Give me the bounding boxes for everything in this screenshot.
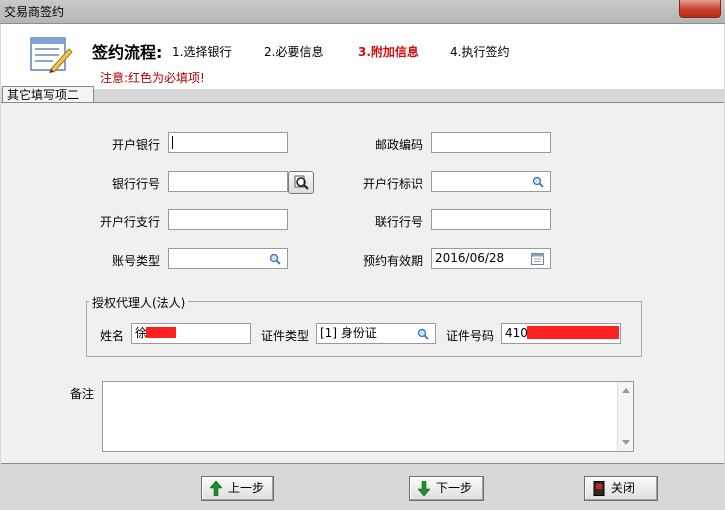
open-bank-label: 开户银行	[111, 138, 160, 152]
bank-code-input[interactable]	[168, 171, 288, 192]
valid-date-picker[interactable]: 2016/06/28	[431, 248, 551, 269]
postcode-label: 邮政编码	[374, 138, 423, 152]
account-type-label: 账号类型	[111, 254, 160, 268]
bank-flag-select[interactable]	[431, 171, 551, 192]
required-note: 注意:红色为必填项!	[100, 71, 205, 85]
scroll-up-arrow-icon[interactable]	[622, 388, 630, 393]
next-button[interactable]: 下一步	[409, 476, 484, 501]
calendar-icon[interactable]	[531, 252, 544, 265]
scroll-down-arrow-icon[interactable]	[622, 440, 630, 445]
memo-label: 备注	[69, 387, 94, 401]
arrow-up-icon	[210, 481, 222, 496]
id-type-select[interactable]: [1] 身份证	[316, 323, 436, 344]
wizard-header: 签约流程: 1.选择银行 2.必要信息 3.附加信息 4.执行签约 注意:红色为…	[1, 24, 724, 89]
search-icon[interactable]	[417, 328, 429, 340]
valid-date-value: 2016/06/28	[435, 251, 505, 265]
union-code-input[interactable]	[431, 209, 551, 230]
agent-group-legend: 授权代理人(法人)	[89, 294, 189, 311]
lookup-magnifier-icon	[294, 175, 309, 190]
bank-code-lookup-button[interactable]	[288, 171, 314, 194]
step-2-label: 2.必要信息	[264, 45, 324, 59]
prev-button[interactable]: 上一步	[201, 476, 274, 501]
text-caret	[172, 136, 173, 149]
id-type-label: 证件类型	[260, 329, 309, 343]
bank-code-label: 银行行号	[111, 177, 160, 191]
redaction-mark	[146, 327, 176, 338]
open-bank-input[interactable]	[168, 132, 288, 153]
step-1-label: 1.选择银行	[172, 45, 232, 59]
redaction-mark	[527, 326, 619, 339]
memo-scrollbar[interactable]	[617, 382, 633, 451]
bank-flag-label: 开户行标识	[362, 177, 423, 191]
prev-button-label: 上一步	[228, 481, 265, 495]
close-button[interactable]: 关闭	[584, 476, 658, 501]
account-type-select[interactable]	[168, 248, 288, 269]
id-number-label: 证件号码	[445, 329, 494, 343]
memo-textarea[interactable]	[102, 381, 634, 452]
search-icon[interactable]	[532, 176, 544, 188]
valid-date-label: 预约有效期	[362, 254, 423, 268]
form-pencil-icon	[30, 37, 73, 73]
flow-title: 签约流程:	[92, 43, 163, 62]
tab-other-fields-2[interactable]: 其它填写项二	[2, 86, 94, 103]
branch-label: 开户行支行	[99, 215, 160, 229]
window-title: 交易商签约	[4, 5, 65, 19]
postcode-input[interactable]	[431, 132, 551, 153]
title-bar: 交易商签约	[0, 0, 725, 24]
search-icon[interactable]	[269, 253, 281, 265]
window-close-button[interactable]	[679, 0, 721, 18]
exit-door-icon	[593, 481, 605, 496]
step-4-label: 4.执行签约	[450, 45, 510, 59]
union-code-label: 联行行号	[374, 215, 423, 229]
step-3-label: 3.附加信息	[358, 45, 419, 59]
arrow-down-icon	[418, 481, 430, 496]
branch-input[interactable]	[168, 209, 288, 230]
id-type-value: [1] 身份证	[320, 326, 377, 340]
next-button-label: 下一步	[436, 481, 473, 495]
agent-name-label: 姓名	[99, 329, 124, 343]
close-button-label: 关闭	[611, 481, 636, 495]
